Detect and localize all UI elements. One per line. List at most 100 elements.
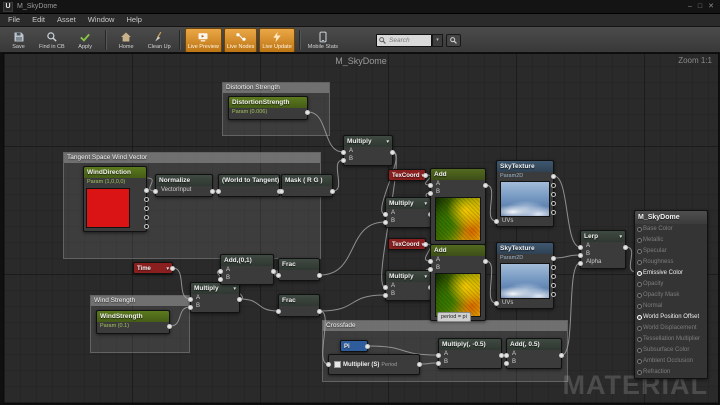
material-input-ambient-occlusion[interactable]: Ambient Occlusion (635, 356, 707, 367)
output-pin[interactable] (551, 265, 556, 270)
menu-asset[interactable]: Asset (51, 14, 82, 26)
node-material-output[interactable]: M_SkyDomeBase ColorMetallicSpecularRough… (634, 210, 708, 379)
node-header[interactable]: Add(, 0.5) (507, 339, 561, 350)
input-pin[interactable] (637, 249, 642, 254)
menu-file[interactable]: File (2, 14, 26, 26)
node-header[interactable]: Normalize (156, 175, 212, 186)
node-header[interactable]: Frac (279, 259, 319, 270)
node-multiply-neg-half[interactable]: Multiply(, -0.5)AB (438, 338, 502, 369)
node-multiply-uv-top[interactable]: Multiply▾AB (385, 197, 431, 228)
toolbar-save-button[interactable]: Save (3, 28, 34, 53)
node-header[interactable]: (World to Tangent) (219, 175, 279, 186)
material-input-tessellation-multiplier[interactable]: Tessellation Multiplier (635, 334, 707, 345)
close-button[interactable]: ✕ (708, 2, 714, 12)
input-pin[interactable] (494, 301, 499, 306)
input-pin[interactable] (218, 269, 223, 274)
output-pin[interactable] (551, 201, 556, 206)
input-pin[interactable] (279, 189, 284, 194)
titlebar[interactable]: U M_SkyDome –□✕ (0, 0, 720, 14)
node-mask-rg[interactable]: Mask ( R G ) (281, 174, 333, 197)
input-pin[interactable] (276, 309, 281, 314)
menu-help[interactable]: Help (120, 14, 147, 26)
output-pin[interactable] (144, 197, 149, 202)
input-pin[interactable] (436, 361, 441, 366)
node-add-uv-top[interactable]: AddAB (430, 168, 486, 245)
node-add-half[interactable]: Add(, 0.5)AB (506, 338, 562, 369)
output-pin[interactable] (317, 309, 322, 314)
search-dropdown-button[interactable]: ▾ (432, 34, 443, 47)
input-pin[interactable] (637, 271, 642, 276)
input-pin[interactable] (637, 315, 642, 320)
output-pin[interactable] (317, 273, 322, 278)
input-pin[interactable] (428, 183, 433, 188)
output-pin[interactable] (483, 259, 488, 264)
graph-canvas[interactable]: M_SkyDome Zoom 1:1 MATERIAL period = pi … (3, 53, 719, 404)
node-header[interactable]: Frac (279, 295, 319, 306)
input-pin[interactable] (637, 293, 642, 298)
input-pin[interactable] (428, 191, 433, 196)
node-wind-direction[interactable]: WindDirectionParam (1,0,0,0) (83, 166, 147, 232)
material-input-opacity-mask[interactable]: Opacity Mask (635, 290, 707, 301)
node-header[interactable]: M_SkyDome (635, 211, 707, 224)
input-pin[interactable] (637, 304, 642, 309)
input-pin[interactable] (494, 219, 499, 224)
input-pin[interactable] (504, 361, 509, 366)
output-pin[interactable] (559, 353, 564, 358)
input-pin[interactable] (428, 259, 433, 264)
material-input-refraction[interactable]: Refraction (635, 367, 707, 378)
input-pin[interactable] (341, 150, 346, 155)
output-pin[interactable] (167, 324, 172, 329)
node-header[interactable]: Lerp▾ (581, 231, 625, 242)
output-pin[interactable] (551, 274, 556, 279)
node-header[interactable]: Add,(0,1) (221, 255, 273, 266)
input-pin[interactable] (326, 362, 331, 367)
node-header[interactable]: Multiply▾ (386, 198, 430, 209)
output-pin[interactable] (144, 188, 149, 193)
input-pin[interactable] (153, 189, 158, 194)
material-input-opacity[interactable]: Opacity (635, 279, 707, 290)
output-pin[interactable] (237, 297, 242, 302)
node-sky-texture-top[interactable]: SkyTextureParam2DUVs (496, 160, 554, 227)
node-header[interactable]: Multiply▾ (386, 271, 430, 282)
node-header[interactable]: WindDirection (84, 167, 146, 178)
node-header[interactable]: Multiply▾ (344, 136, 392, 147)
toolbar-apply-button[interactable]: Apply (70, 28, 101, 53)
node-header[interactable]: Add (431, 245, 485, 256)
output-pin[interactable] (551, 183, 556, 188)
output-pin[interactable] (423, 242, 428, 247)
input-pin[interactable] (578, 253, 583, 258)
toolbar-clean-up-button[interactable]: Clean Up (144, 28, 175, 53)
input-pin[interactable] (637, 370, 642, 375)
input-pin[interactable] (578, 245, 583, 250)
toolbar-mobile-stats-button[interactable]: Mobile Stats (305, 28, 341, 53)
toolbar-home-button[interactable]: Home (111, 28, 142, 53)
node-distortion-strength[interactable]: DistortionStrengthParam (0.006) (228, 96, 308, 120)
menu-edit[interactable]: Edit (26, 14, 51, 26)
input-pin[interactable] (188, 297, 193, 302)
input-pin[interactable] (383, 293, 388, 298)
material-input-subsurface-color[interactable]: Subsurface Color (635, 345, 707, 356)
material-input-emissive-color[interactable]: Emissive Color (635, 268, 707, 279)
input-pin[interactable] (578, 261, 583, 266)
output-pin[interactable] (623, 245, 628, 250)
input-pin[interactable] (383, 220, 388, 225)
input-pin[interactable] (637, 282, 642, 287)
input-pin[interactable] (637, 260, 642, 265)
output-pin[interactable] (551, 192, 556, 197)
output-pin[interactable] (144, 206, 149, 211)
output-pin[interactable] (551, 256, 556, 261)
output-pin[interactable] (551, 292, 556, 297)
node-sky-texture-bottom[interactable]: SkyTextureParam2DUVs (496, 242, 554, 309)
node-header[interactable]: WindStrength (97, 311, 169, 322)
node-header[interactable]: Mask ( R G ) (282, 175, 332, 186)
node-header[interactable]: SkyTexture (497, 161, 553, 172)
menu-window[interactable]: Window (82, 14, 121, 26)
input-pin[interactable] (637, 326, 642, 331)
material-input-specular[interactable]: Specular (635, 246, 707, 257)
output-pin[interactable] (423, 173, 428, 178)
maximize-button[interactable]: □ (698, 2, 702, 12)
node-multiplier-period[interactable]: Multiplier (S)Period (328, 354, 420, 375)
node-header[interactable]: Add (431, 169, 485, 180)
output-pin[interactable] (170, 266, 175, 271)
input-pin[interactable] (637, 227, 642, 232)
